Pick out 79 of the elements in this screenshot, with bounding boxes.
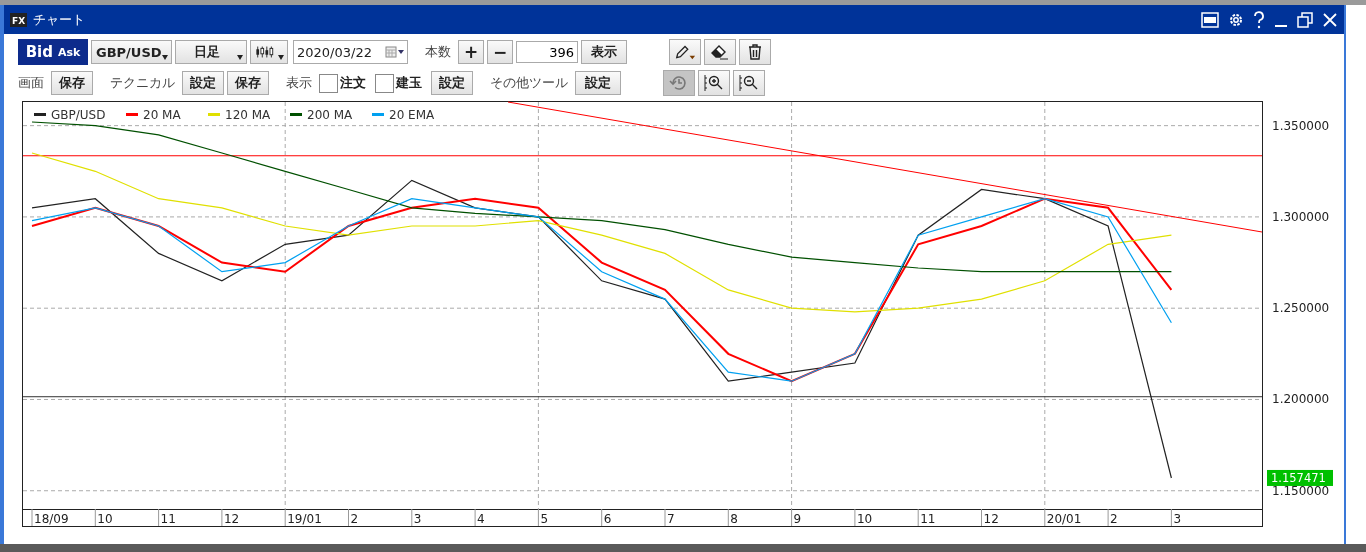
eraser-icon <box>710 43 730 61</box>
date-field[interactable]: 2020/03/22 <box>293 40 408 64</box>
pencil-dropdown[interactable] <box>669 39 701 65</box>
count-label: 本数 <box>425 43 451 61</box>
y-axis-label: 1.150000 <box>1272 483 1330 498</box>
x-axis-label: 3 <box>1173 512 1182 526</box>
legend-label: 20 EMA <box>389 108 435 122</box>
technical-settings-button[interactable]: 設定 <box>182 71 224 95</box>
zoom-in-icon <box>703 74 725 92</box>
price-side-option[interactable]: Bid <box>25 43 53 61</box>
legend-label: 120 MA <box>225 108 271 122</box>
zoom-out-icon <box>738 74 760 92</box>
display-label: 表示 <box>286 74 312 92</box>
last-price-badge: 1.157471 <box>1267 469 1333 486</box>
decrease-button[interactable]: − <box>487 40 513 64</box>
y-axis-label: 1.350000 <box>1272 118 1330 133</box>
x-axis-label: 12 <box>223 512 240 526</box>
checkbox[interactable] <box>375 73 394 93</box>
y-axis-label: 1.200000 <box>1272 392 1330 407</box>
other-tools-label: その他ツール <box>490 74 568 92</box>
line-series <box>31 121 1172 273</box>
display-checkbox[interactable]: 注文 <box>319 73 366 93</box>
increase-button[interactable]: + <box>458 40 484 64</box>
delete-button[interactable] <box>739 39 771 65</box>
history-icon <box>669 74 689 92</box>
x-axis-label: 12 <box>983 512 999 526</box>
count-input[interactable]: 396 <box>516 41 578 63</box>
x-axis-label: 10 <box>856 512 873 526</box>
symbol-dropdown[interactable]: GBP/USD <box>91 40 172 64</box>
window-title: チャート <box>33 10 86 29</box>
restore-icon[interactable] <box>1297 11 1313 28</box>
price-side-toggle[interactable]: Bid Ask <box>18 39 88 65</box>
x-axis-label: 8 <box>730 512 738 526</box>
y-axis-label: 1.300000 <box>1272 209 1330 224</box>
zoom-in-button[interactable] <box>698 70 730 96</box>
y-axis-label: 1.250000 <box>1272 301 1330 316</box>
period-dropdown[interactable]: 日足 <box>175 40 247 64</box>
zoom-out-button[interactable] <box>733 70 765 96</box>
x-axis-label: 11 <box>160 512 176 526</box>
csv-export-icon[interactable] <box>1201 11 1219 28</box>
checkbox-label: 建玉 <box>396 74 422 92</box>
x-axis-label: 2 <box>350 512 359 526</box>
display-checkbox[interactable]: 建玉 <box>375 73 422 93</box>
x-axis-label: 5 <box>540 512 549 526</box>
screen-label: 画面 <box>18 74 44 92</box>
x-axis-label: 18/09 <box>34 512 69 526</box>
eraser-button[interactable] <box>704 39 736 65</box>
price-side-option[interactable]: Ask <box>57 45 81 59</box>
pencil-icon <box>674 43 696 61</box>
show-button[interactable]: 表示 <box>581 40 627 64</box>
legend-label: GBP/USD <box>51 108 106 122</box>
x-axis-label: 4 <box>477 512 485 526</box>
x-axis-label: 11 <box>920 512 936 526</box>
x-axis-label: 2 <box>1110 512 1118 526</box>
x-axis-label: 3 <box>413 512 422 526</box>
x-axis-label: 19/01 <box>287 512 322 526</box>
legend-label: 20 MA <box>143 108 181 122</box>
other-tools-settings-button[interactable]: 設定 <box>575 71 621 95</box>
screen-save-button[interactable]: 保存 <box>51 71 93 95</box>
x-axis-label: 9 <box>793 512 802 526</box>
trash-icon <box>747 43 763 61</box>
x-axis-label: 20/01 <box>1046 512 1082 526</box>
checkbox-label: 注文 <box>340 74 366 92</box>
technical-label: テクニカル <box>110 74 175 92</box>
help-icon[interactable] <box>1253 10 1265 29</box>
display-settings-button[interactable]: 設定 <box>431 71 473 95</box>
x-axis-label: 6 <box>603 512 612 526</box>
legend-label: 200 MA <box>307 108 353 122</box>
checkbox[interactable] <box>319 73 338 93</box>
x-axis-label: 7 <box>667 512 675 526</box>
settings-icon[interactable] <box>1228 11 1244 28</box>
line-series <box>31 152 1172 313</box>
x-axis-label: 10 <box>97 512 113 526</box>
technical-save-button[interactable]: 保存 <box>227 71 269 95</box>
close-icon[interactable] <box>1322 11 1338 28</box>
app-logo: FX <box>10 12 28 27</box>
chart-type-dropdown[interactable] <box>250 40 288 64</box>
calendar-icon <box>385 46 405 58</box>
candlestick-icon <box>255 45 275 59</box>
